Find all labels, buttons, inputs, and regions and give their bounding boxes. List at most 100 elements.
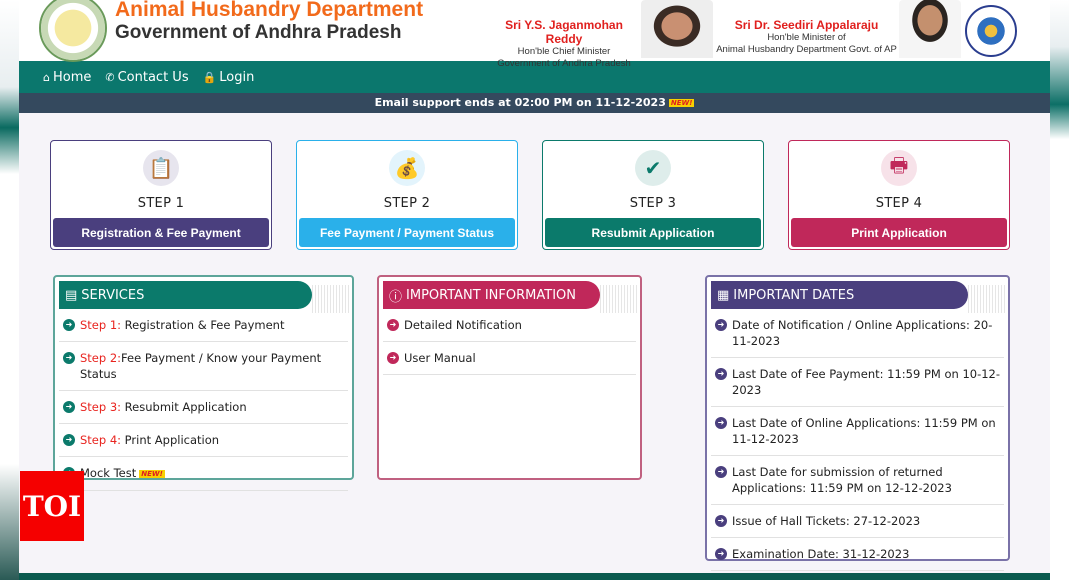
clipboard-icon: 📋 xyxy=(143,150,179,186)
item-label: Registration & Fee Payment xyxy=(121,318,285,332)
new-badge-icon: NEW! xyxy=(139,469,165,478)
arrow-circle-right-icon: ➜ xyxy=(715,319,727,331)
step-prefix: Step 4: xyxy=(80,433,122,447)
services-list: ➜ Step 1: Registration & Fee Payment ➜ Step… xyxy=(59,309,348,491)
services-list-item[interactable]: ➜ Step 2:Fee Payment / Know your Payment … xyxy=(59,342,348,391)
dates-list: ➜ Date of Notification / Online Applicati… xyxy=(711,309,1004,571)
phone-icon: ✆ xyxy=(105,70,115,84)
item-label: Resubmit Application xyxy=(121,400,247,414)
department-title: Animal Husbandry Department xyxy=(115,0,424,21)
item-text: User Manual xyxy=(404,350,476,366)
lock-icon: 🔒 xyxy=(202,70,217,84)
step-label: STEP 4 xyxy=(875,196,923,211)
arrow-circle-right-icon: ➜ xyxy=(63,352,75,364)
announcement-ticker: Email support ends at 02:00 PM on 11-12-… xyxy=(19,93,1050,113)
services-list-item[interactable]: ➜ Step 4: Print Application xyxy=(59,424,348,457)
info-icon: ⓘ xyxy=(389,289,403,305)
step-1-button[interactable]: Registration & Fee Payment xyxy=(53,218,269,247)
right-backdrop xyxy=(1050,0,1069,580)
info-list-item[interactable]: ➜ Detailed Notification xyxy=(383,309,636,342)
government-title: Government of Andhra Pradesh xyxy=(115,22,402,43)
nav-home[interactable]: ⌂ Home xyxy=(43,70,91,85)
left-backdrop xyxy=(0,0,19,580)
step-label: STEP 2 xyxy=(383,196,431,211)
item-text: Last Date of Fee Payment: 11:59 PM on 10… xyxy=(732,366,1000,398)
item-text: Examination Date: 31-12-2023 xyxy=(732,546,909,562)
minister-role-org: Animal Husbandry Department Govt. of AP xyxy=(716,44,897,55)
arrow-circle-right-icon: ➜ xyxy=(715,417,727,429)
money-bag-icon: 💰 xyxy=(389,150,425,186)
item-text: Mock Test NEW! xyxy=(80,465,165,482)
item-label: Print Application xyxy=(121,433,220,447)
dates-list-item[interactable]: ➜ Last Date of Fee Payment: 11:59 PM on 1… xyxy=(711,358,1004,407)
services-header: ▤ SERVICES xyxy=(59,281,312,309)
arrow-circle-right-icon: ➜ xyxy=(387,352,399,364)
dates-list-item[interactable]: ➜ Examination Date: 31-12-2023 xyxy=(711,538,1004,571)
ap-state-emblem-icon xyxy=(39,0,107,62)
printer-icon: 🖶 xyxy=(881,150,917,186)
item-label: Last Date of Fee Payment: 11:59 PM on 10… xyxy=(732,367,1001,397)
item-label: User Manual xyxy=(404,351,476,365)
ticker-text: Email support ends at 02:00 PM on 11-12-… xyxy=(374,96,666,109)
minister-name: Sri Dr. Seediri Appalaraju xyxy=(734,18,879,32)
step-card-1[interactable]: 📋 STEP 1 Registration & Fee Payment xyxy=(50,140,272,250)
steps-row: 📋 STEP 1 Registration & Fee Payment 💰 ST… xyxy=(50,140,1010,250)
arrow-circle-right-icon: ➜ xyxy=(63,319,75,331)
nav-label: Login xyxy=(219,69,255,85)
minister-role: Hon'ble Minister of xyxy=(767,32,846,43)
item-text: Date of Notification / Online Applicatio… xyxy=(732,317,1000,349)
step-card-3[interactable]: ✔ STEP 3 Resubmit Application xyxy=(542,140,764,250)
calendar-icon: ▦ xyxy=(717,287,730,303)
nav-login[interactable]: 🔒 Login xyxy=(203,70,255,85)
nav-label: Contact Us xyxy=(117,69,189,85)
step-card-4[interactable]: 🖶 STEP 4 Print Application xyxy=(788,140,1010,250)
arrow-circle-right-icon: ➜ xyxy=(387,319,399,331)
checklist-icon: ✔ xyxy=(635,150,671,186)
cm-photo xyxy=(641,0,713,58)
chief-minister-info: Sri Y.S. Jaganmohan Reddy Hon'ble Chief … xyxy=(489,18,639,70)
item-label: Last Date for submission of returned App… xyxy=(732,465,952,495)
item-text: Step 1: Registration & Fee Payment xyxy=(80,317,284,333)
services-panel: ▤ SERVICES ➜ Step 1: Registration & Fee P… xyxy=(53,275,354,491)
item-text: Issue of Hall Tickets: 27-12-2023 xyxy=(732,513,920,529)
page: Animal Husbandry Department Government o… xyxy=(19,0,1050,580)
dates-list-item[interactable]: ➜ Last Date of Online Applications: 11:59… xyxy=(711,407,1004,456)
services-list-item[interactable]: ➜ Step 1: Registration & Fee Payment xyxy=(59,309,348,342)
item-text: Step 2:Fee Payment / Know your Payment S… xyxy=(80,350,344,382)
important-dates-panel: ▦ IMPORTANT DATES ➜ Date of Notification … xyxy=(705,275,1010,571)
step-3-button[interactable]: Resubmit Application xyxy=(545,218,761,247)
minister-info: Sri Dr. Seediri Appalaraju Hon'ble Minis… xyxy=(709,18,904,56)
item-text: Step 3: Resubmit Application xyxy=(80,399,247,415)
arrow-circle-right-icon: ➜ xyxy=(63,434,75,446)
services-list-item[interactable]: ➜ Step 3: Resubmit Application xyxy=(59,391,348,424)
arrow-circle-right-icon: ➜ xyxy=(715,548,727,560)
step-2-button[interactable]: Fee Payment / Payment Status xyxy=(299,218,515,247)
important-dates-header: ▦ IMPORTANT DATES xyxy=(711,281,968,309)
step-card-2[interactable]: 💰 STEP 2 Fee Payment / Payment Status xyxy=(296,140,518,250)
department-logo-icon xyxy=(965,5,1017,57)
services-title: SERVICES xyxy=(81,287,145,303)
item-text: Last Date for submission of returned App… xyxy=(732,464,1000,496)
info-list-item[interactable]: ➜ User Manual xyxy=(383,342,636,375)
step-label: STEP 1 xyxy=(137,196,185,211)
item-label: Mock Test xyxy=(80,466,137,480)
important-information-header: ⓘ IMPORTANT INFORMATION xyxy=(383,281,600,309)
calendar-list-icon: ▤ xyxy=(65,287,78,303)
services-list-item[interactable]: ➜Mock TestNEW! xyxy=(59,457,348,491)
step-4-button[interactable]: Print Application xyxy=(791,218,1007,247)
information-list: ➜ Detailed Notification ➜ User Manual xyxy=(383,309,636,375)
important-information-panel: ⓘ IMPORTANT INFORMATION ➜ Detailed Notifi… xyxy=(377,275,642,480)
step-label: STEP 3 xyxy=(629,196,677,211)
item-label: Detailed Notification xyxy=(404,318,522,332)
cm-role: Hon'ble Chief Minister xyxy=(517,46,611,57)
dates-list-item[interactable]: ➜ Date of Notification / Online Applicati… xyxy=(711,309,1004,358)
important-information-title: IMPORTANT INFORMATION xyxy=(406,287,576,303)
nav-contact-us[interactable]: ✆ Contact Us xyxy=(105,70,188,85)
dates-list-item[interactable]: ➜ Issue of Hall Tickets: 27-12-2023 xyxy=(711,505,1004,538)
cm-role-org: Government of Andhra Pradesh xyxy=(497,58,631,69)
dates-list-item[interactable]: ➜ Last Date for submission of returned Ap… xyxy=(711,456,1004,505)
item-text: Detailed Notification xyxy=(404,317,522,333)
home-icon: ⌂ xyxy=(43,70,50,84)
item-label: Date of Notification / Online Applicatio… xyxy=(732,318,993,348)
arrow-circle-right-icon: ➜ xyxy=(63,401,75,413)
